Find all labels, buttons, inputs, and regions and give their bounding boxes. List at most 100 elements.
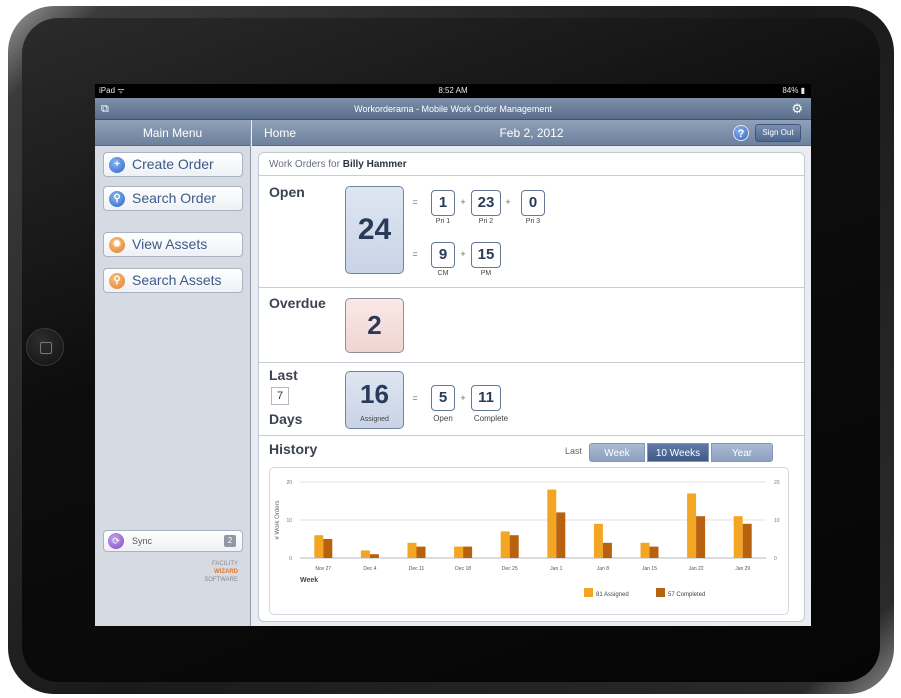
app-title: Workorderama - Mobile Work Order Managem… xyxy=(354,104,552,114)
plus-icon: + xyxy=(109,157,125,173)
y-axis-label: # Work Orders xyxy=(275,501,281,540)
bar-assigned xyxy=(733,516,743,558)
overdue-total-box[interactable]: 2 xyxy=(345,298,404,353)
y-tick-label: 0 xyxy=(289,556,292,562)
y-tick-label: 10 xyxy=(286,518,292,524)
search-icon: ⚲ xyxy=(109,191,125,207)
last-open-count[interactable]: 5 xyxy=(431,385,455,411)
owner-name: Billy Hammer xyxy=(342,159,407,170)
search-order-label: Search Order xyxy=(132,190,217,206)
bar-completed xyxy=(416,546,426,558)
x-tick-label: Jan 1 xyxy=(550,566,562,572)
history-chart: 0 0 10 10 20 20 # Work Orders Nov 27 Dec 4 Dec 11… xyxy=(269,467,789,615)
bar-assigned xyxy=(593,523,603,558)
help-icon[interactable]: ? xyxy=(733,125,749,141)
work-orders-panel: Work Orders for Billy Hammer Open 24 = 1… xyxy=(258,152,805,622)
sidebar: Main Menu + Create Order ⚲ Search Order … xyxy=(95,120,251,626)
sync-count-badge: 2 xyxy=(224,535,236,547)
plus-sign: + xyxy=(505,197,511,207)
bar-completed xyxy=(602,542,612,558)
last-label: Last xyxy=(269,367,298,383)
current-date: Feb 2, 2012 xyxy=(499,126,564,140)
create-order-label: Create Order xyxy=(132,156,214,172)
sync-label: Sync xyxy=(132,536,153,546)
pri1-count[interactable]: 1 xyxy=(431,190,455,216)
bar-assigned xyxy=(314,535,324,558)
app-screen: iPad ᯤ 8:52 AM 84% ▮ ⧉ Workorderama - Mo… xyxy=(95,84,811,626)
bar-completed xyxy=(369,554,379,558)
x-tick-label: Dec 18 xyxy=(455,566,471,572)
x-tick-label: Jan 8 xyxy=(597,566,609,572)
x-tick-label: Jan 29 xyxy=(735,566,750,572)
y-tick-label: 20 xyxy=(286,480,292,486)
battery-status: 84% ▮ xyxy=(782,86,805,95)
cm-label: CM xyxy=(437,270,449,277)
gear-icon[interactable]: ⚙ xyxy=(791,98,803,120)
view-assets-label: View Assets xyxy=(132,236,208,252)
create-order-button[interactable]: + Create Order xyxy=(103,152,243,177)
open-label: Open xyxy=(269,184,305,200)
plus-sign: + xyxy=(460,249,466,259)
x-tick-label: Jan 15 xyxy=(642,566,657,572)
sync-button[interactable]: ⟳ Sync 2 xyxy=(103,530,243,552)
range-week-button[interactable]: Week xyxy=(589,443,645,462)
open-total-box[interactable]: 24 xyxy=(345,186,404,274)
pri3-count[interactable]: 0 xyxy=(521,190,545,216)
x-tick-label: Nov 27 xyxy=(315,566,331,572)
equals-sign: = xyxy=(412,393,418,403)
brand-logo: FACILITY WIZARD SOFTWARE xyxy=(204,560,238,584)
work-orders-owner: Work Orders for Billy Hammer xyxy=(259,153,804,176)
assigned-total-box[interactable]: 16 Assigned xyxy=(345,371,404,429)
cm-count[interactable]: 9 xyxy=(431,242,455,268)
bar-assigned xyxy=(640,542,650,558)
divider xyxy=(259,287,804,288)
bar-completed xyxy=(509,535,519,558)
bar-assigned xyxy=(500,531,510,558)
legend-label-completed: 57 Completed xyxy=(668,592,705,598)
pri2-count[interactable]: 23 xyxy=(471,190,501,216)
status-bar: iPad ᯤ 8:52 AM 84% ▮ xyxy=(95,84,811,98)
equals-sign: = xyxy=(412,197,418,207)
x-axis-label: Week xyxy=(300,577,318,584)
y-tick-label-right: 20 xyxy=(774,480,780,486)
pri1-label: Pri 1 xyxy=(435,218,451,225)
divider xyxy=(259,435,804,436)
range-10-weeks-button[interactable]: 10 Weeks xyxy=(647,443,709,462)
last-complete-count[interactable]: 11 xyxy=(471,385,501,411)
bar-assigned xyxy=(360,550,370,558)
plus-sign: + xyxy=(460,197,466,207)
brand-line2: WIZARD xyxy=(214,569,238,575)
owner-prefix: Work Orders for xyxy=(269,159,340,170)
equals-sign: = xyxy=(412,249,418,259)
windows-icon[interactable]: ⧉ xyxy=(101,98,109,120)
search-assets-button[interactable]: ⚲ Search Assets xyxy=(103,268,243,293)
pm-count[interactable]: 15 xyxy=(471,242,501,268)
bar-completed xyxy=(696,516,706,558)
range-year-button[interactable]: Year xyxy=(711,443,773,462)
bar-completed xyxy=(556,512,566,558)
days-label: Days xyxy=(269,411,303,427)
x-tick-label: Dec 25 xyxy=(502,566,518,572)
days-input[interactable]: 7 xyxy=(271,387,289,405)
home-hardware-button[interactable] xyxy=(26,328,64,366)
pri2-label: Pri 2 xyxy=(478,218,494,225)
bar-completed xyxy=(649,546,659,558)
last-open-label: Open xyxy=(433,414,453,423)
bar-assigned xyxy=(454,546,464,558)
sign-out-button[interactable]: Sign Out xyxy=(755,124,801,142)
assigned-label: Assigned xyxy=(360,416,389,423)
brand-line1: FACILITY xyxy=(211,561,238,567)
bar-completed xyxy=(742,523,752,558)
bar-assigned xyxy=(547,489,557,558)
main-header: Home Feb 2, 2012 ? Sign Out xyxy=(252,120,811,146)
bar-completed xyxy=(323,539,333,558)
view-assets-button[interactable]: ✹ View Assets xyxy=(103,232,243,257)
last-complete-label: Complete xyxy=(473,414,509,423)
overdue-label: Overdue xyxy=(269,295,326,311)
x-tick-label: Dec 11 xyxy=(409,566,425,572)
legend-label-assigned: 81 Assigned xyxy=(596,592,629,598)
search-order-button[interactable]: ⚲ Search Order xyxy=(103,186,243,211)
legend-swatch-assigned xyxy=(584,588,593,597)
sync-icon: ⟳ xyxy=(108,533,124,549)
sidebar-title: Main Menu xyxy=(95,120,250,146)
